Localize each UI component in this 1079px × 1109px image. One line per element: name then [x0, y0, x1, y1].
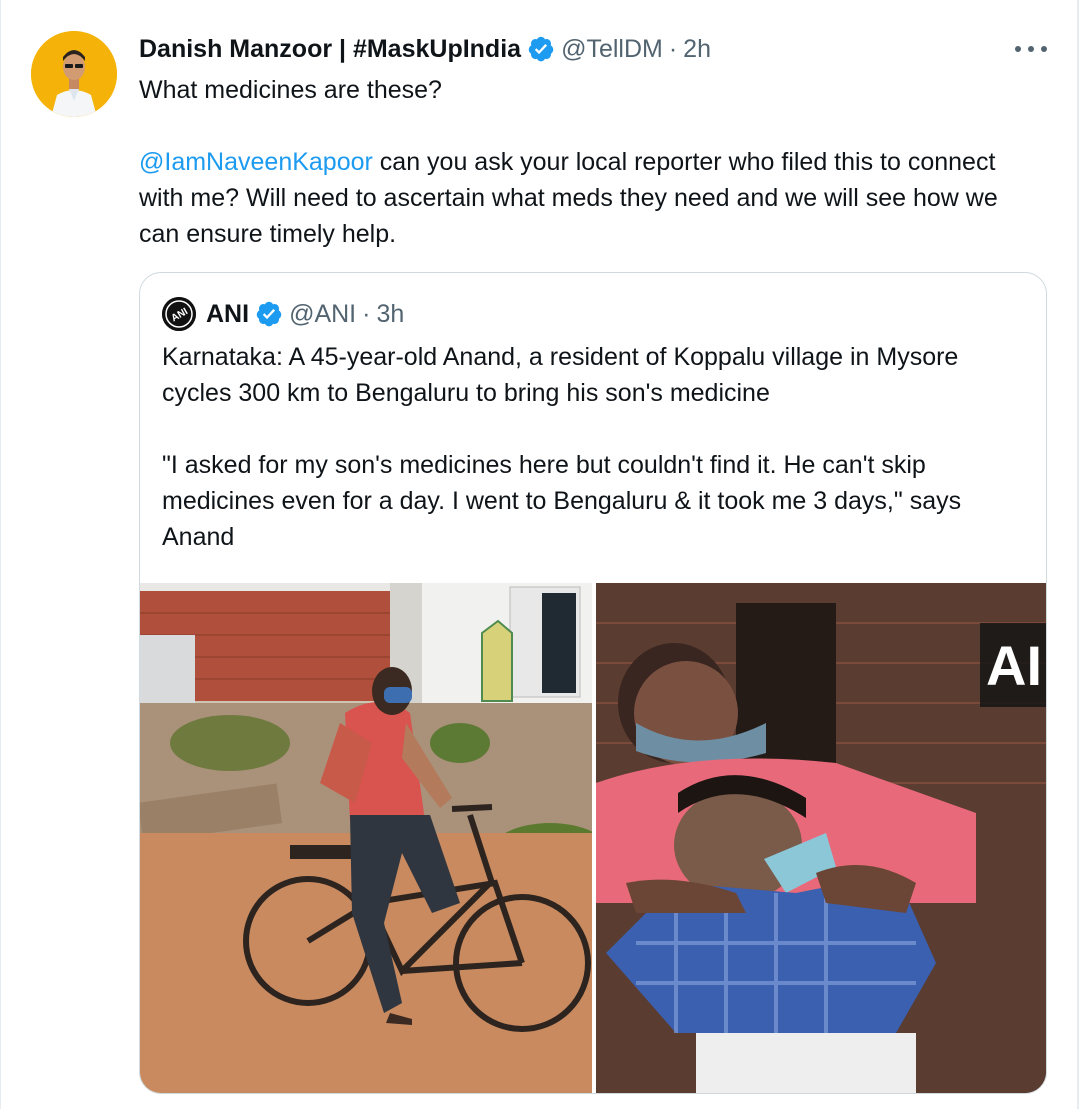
quoted-tweet[interactable]: ANI ANI @ANI · 3h Karnataka: A 45-year-o…	[139, 272, 1047, 1094]
verified-badge-icon	[255, 300, 283, 328]
left-border	[0, 0, 1, 1109]
tweet-line-2: @IamNaveenKapoor can you ask your local …	[139, 144, 1039, 252]
separator-dot: ·	[362, 299, 371, 328]
quoted-paragraph-1: Karnataka: A 45-year-old Anand, a reside…	[162, 343, 959, 407]
quoted-author-handle[interactable]: @ANI	[289, 300, 356, 329]
author-handle[interactable]: @TellDM	[561, 35, 663, 64]
photo-man-on-bicycle[interactable]	[140, 583, 592, 1093]
photo-father-and-son[interactable]: AI	[596, 583, 1046, 1093]
tweet-text: What medicines are these? @IamNaveenKapo…	[139, 72, 1039, 252]
quoted-paragraph-2: "I asked for my son's medicines here but…	[162, 451, 962, 551]
author-name[interactable]: Danish Manzoor | #MaskUpIndia	[139, 35, 521, 64]
tweet-page: Danish Manzoor | #MaskUpIndia @TellDM · …	[0, 0, 1079, 1109]
ani-watermark: AI	[986, 634, 1042, 697]
tweet-header: Danish Manzoor | #MaskUpIndia @TellDM · …	[139, 32, 711, 66]
separator-dot: ·	[668, 34, 678, 63]
mention-link[interactable]: @IamNaveenKapoor	[139, 148, 373, 176]
tweet-line-1: What medicines are these?	[139, 76, 442, 104]
quoted-tweet-text: Karnataka: A 45-year-old Anand, a reside…	[162, 339, 1032, 555]
avatar[interactable]	[31, 31, 117, 117]
quoted-tweet-header: ANI ANI @ANI · 3h	[162, 297, 404, 331]
more-horizontal-icon[interactable]	[1015, 40, 1047, 58]
verified-badge-icon	[527, 35, 555, 63]
quoted-author-name[interactable]: ANI	[206, 300, 249, 329]
timestamp[interactable]: 2h	[683, 35, 711, 64]
ani-logo[interactable]: ANI	[162, 297, 196, 331]
quoted-timestamp[interactable]: 3h	[376, 300, 404, 329]
